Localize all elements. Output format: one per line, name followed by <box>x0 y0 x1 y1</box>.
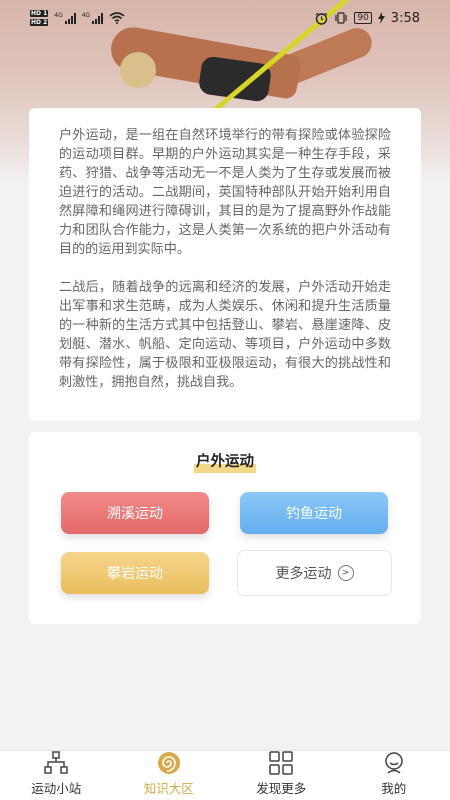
intro-paragraph-1: 户外运动，是一组在自然环境举行的带有探险或体验探险的运动项目群。早期的户外运动其… <box>59 128 391 257</box>
vibrate-icon <box>335 12 347 24</box>
status-bar: HD 1 HD 2 4G 4G 90 3:58 <box>0 0 450 36</box>
more-sports-button[interactable]: 更多运动 > <box>237 550 392 596</box>
charging-icon <box>377 12 385 24</box>
tab-label: 运动小站 <box>31 781 82 796</box>
bottom-tab-bar: 运动小站 知识大区 发现更多 我的 <box>0 750 450 800</box>
tab-label: 发现更多 <box>256 781 307 796</box>
tab-sports-station[interactable]: 运动小站 <box>0 751 113 800</box>
tab-label: 知识大区 <box>143 781 194 796</box>
tab-mine[interactable]: 我的 <box>338 751 450 800</box>
clock: 3:58 <box>390 10 420 26</box>
intro-text-card: 户外运动，是一组在自然环境举行的带有探险或体验探险的运动项目群。早期的户外运动其… <box>29 108 421 421</box>
signal-icon: 4G <box>54 12 76 24</box>
signal-icon-2: 4G <box>82 12 104 24</box>
stream-tracing-button[interactable]: 溯溪运动 <box>61 492 209 534</box>
rock-climbing-button[interactable]: 攀岩运动 <box>61 552 209 594</box>
alarm-icon <box>315 12 328 25</box>
tab-label: 我的 <box>381 781 407 796</box>
battery-indicator: 90 <box>354 12 372 24</box>
section-title: 户外运动 <box>29 450 421 473</box>
hd-indicator: HD 1 HD 2 <box>30 10 49 26</box>
outdoor-sports-card: 户外运动 溯溪运动 钓鱼运动 攀岩运动 更多运动 > <box>29 432 421 624</box>
more-sports-label: 更多运动 <box>275 566 332 582</box>
profile-icon <box>385 752 403 774</box>
chevron-right-icon: > <box>337 565 354 581</box>
wifi-icon <box>109 12 125 24</box>
spiral-icon <box>157 752 180 774</box>
fishing-button[interactable]: 钓鱼运动 <box>240 492 388 534</box>
intro-paragraph-2: 二战后，随着战争的远离和经济的发展，户外活动开始走出军事和求生范畴，成为人类娱乐… <box>59 280 391 390</box>
tab-knowledge-area[interactable]: 知识大区 <box>113 751 226 800</box>
tab-discover-more[interactable]: 发现更多 <box>225 751 338 800</box>
sitemap-icon <box>44 751 68 774</box>
grid-icon <box>269 751 293 775</box>
